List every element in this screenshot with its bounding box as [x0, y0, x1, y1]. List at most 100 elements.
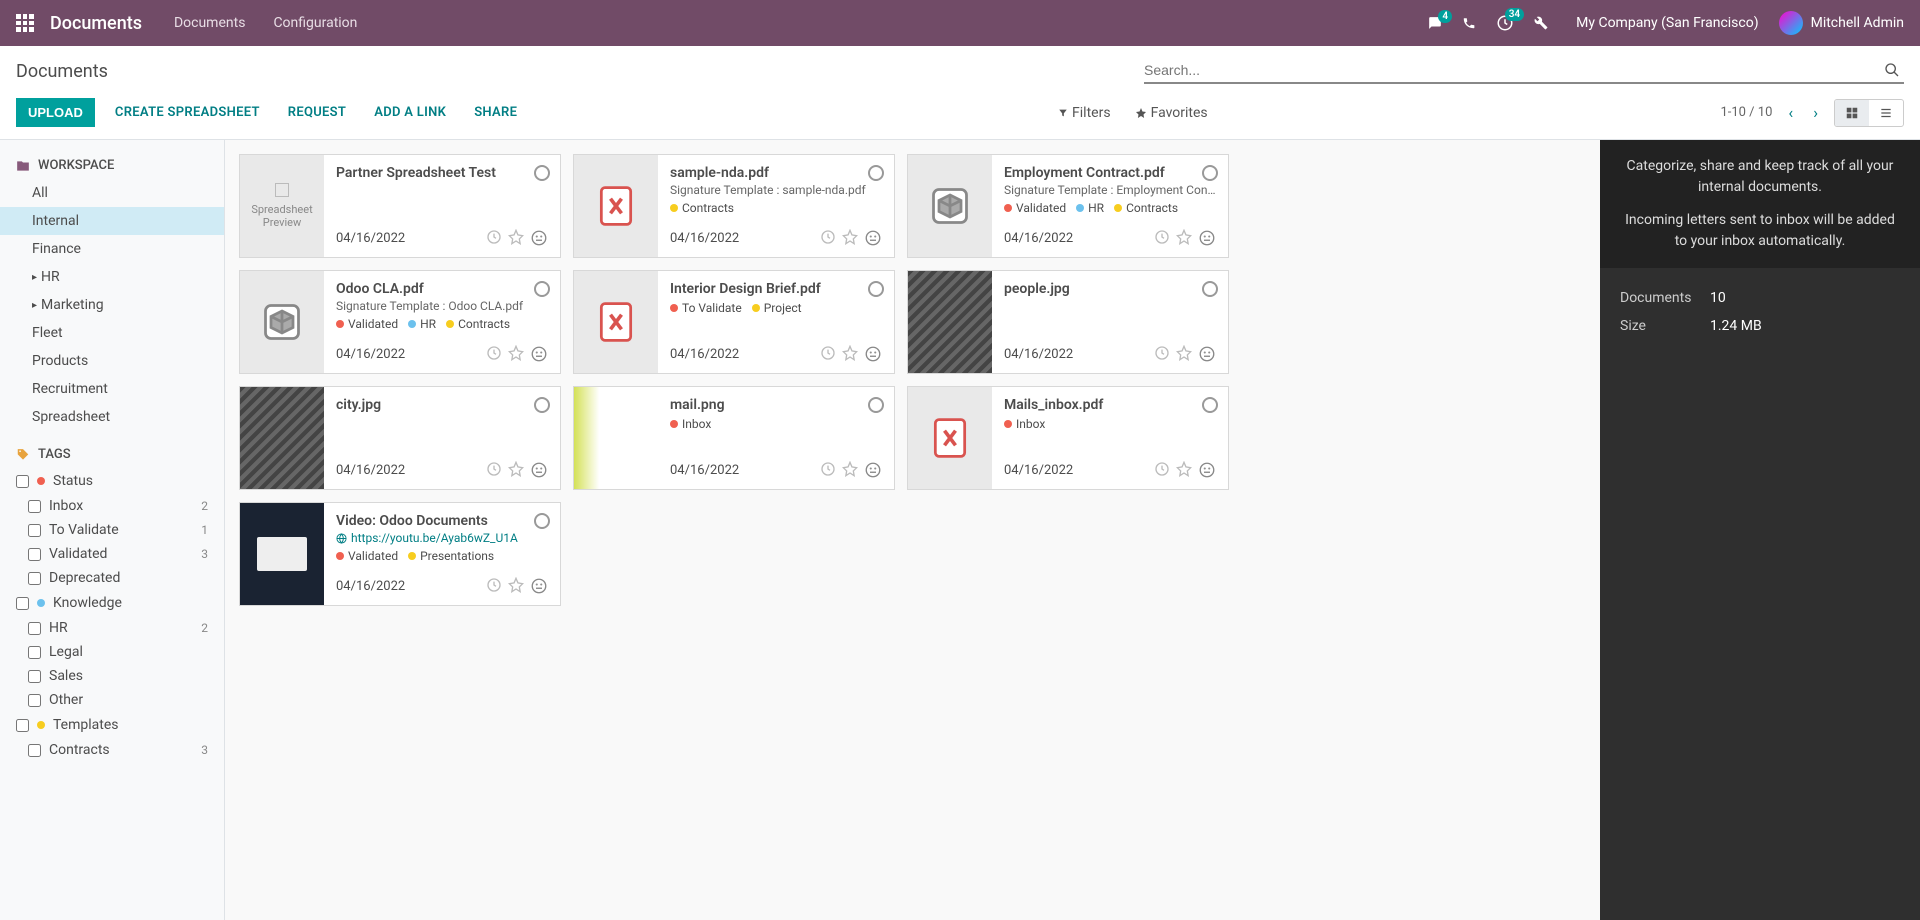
phone-icon[interactable] [1462, 16, 1476, 30]
document-card[interactable]: city.jpg04/16/2022 [239, 386, 561, 490]
messaging-icon[interactable]: 4 [1428, 16, 1442, 30]
search-icon[interactable] [1880, 58, 1904, 82]
clock-icon[interactable] [820, 461, 836, 477]
list-view-icon[interactable] [1869, 100, 1903, 126]
workspace-item[interactable]: Products [0, 347, 224, 375]
select-circle[interactable] [534, 281, 550, 297]
workspace-item[interactable]: Spreadsheet [0, 403, 224, 431]
tag-label: Sales [49, 668, 83, 684]
star-icon[interactable] [508, 461, 524, 477]
select-circle[interactable] [534, 513, 550, 529]
select-circle[interactable] [868, 165, 884, 181]
tag-checkbox[interactable] [28, 500, 41, 513]
star-icon[interactable] [1176, 461, 1192, 477]
tag-group-checkbox[interactable] [16, 475, 29, 488]
search-box[interactable] [1144, 58, 1904, 84]
tag-checkbox[interactable] [28, 670, 41, 683]
star-icon[interactable] [508, 229, 524, 245]
tag-checkbox[interactable] [28, 622, 41, 635]
create-spreadsheet-button[interactable]: CREATE SPREADSHEET [115, 105, 260, 120]
pager-prev-icon[interactable]: ‹ [1784, 99, 1797, 126]
pager-count[interactable]: 1-10 / 10 [1720, 105, 1772, 120]
favorites-dropdown[interactable]: Favorites [1135, 105, 1208, 121]
share-button[interactable]: SHARE [474, 105, 517, 120]
select-circle[interactable] [1202, 397, 1218, 413]
face-icon[interactable] [530, 577, 548, 595]
tag-checkbox[interactable] [28, 524, 41, 537]
debug-icon[interactable] [1534, 16, 1548, 30]
tag-checkbox[interactable] [28, 646, 41, 659]
face-icon[interactable] [1198, 461, 1216, 479]
face-icon[interactable] [530, 229, 548, 247]
breadcrumb-title[interactable]: Documents [16, 61, 108, 82]
clock-icon[interactable] [486, 461, 502, 477]
star-icon[interactable] [842, 345, 858, 361]
workspace-item[interactable]: Internal [0, 207, 224, 235]
select-circle[interactable] [1202, 165, 1218, 181]
tag-checkbox[interactable] [28, 548, 41, 561]
star-icon[interactable] [842, 229, 858, 245]
add-link-button[interactable]: ADD A LINK [374, 105, 446, 120]
workspace-item[interactable]: Finance [0, 235, 224, 263]
apps-icon[interactable] [16, 14, 34, 32]
search-input[interactable] [1144, 58, 1880, 82]
star-icon[interactable] [842, 461, 858, 477]
document-card[interactable]: Mails_inbox.pdfInbox04/16/2022 [907, 386, 1229, 490]
document-card[interactable]: Video: Odoo Documentshttps://youtu.be/Ay… [239, 502, 561, 606]
tag-checkbox[interactable] [28, 694, 41, 707]
select-circle[interactable] [868, 281, 884, 297]
clock-icon[interactable] [1154, 461, 1170, 477]
face-icon[interactable] [1198, 345, 1216, 363]
document-subtitle: Signature Template : sample-nda.pdf [670, 183, 882, 197]
face-icon[interactable] [864, 229, 882, 247]
kanban-view-icon[interactable] [1835, 100, 1869, 126]
workspace-item[interactable]: Recruitment [0, 375, 224, 403]
app-brand[interactable]: Documents [50, 13, 142, 34]
clock-icon[interactable] [820, 229, 836, 245]
user-menu[interactable]: Mitchell Admin [1779, 11, 1904, 35]
tag-group-checkbox[interactable] [16, 719, 29, 732]
document-card[interactable]: sample-nda.pdfSignature Template : sampl… [573, 154, 895, 258]
tag-checkbox[interactable] [28, 572, 41, 585]
workspace-item[interactable]: All [0, 179, 224, 207]
face-icon[interactable] [864, 461, 882, 479]
nav-configuration[interactable]: Configuration [273, 15, 357, 31]
workspace-item[interactable]: Fleet [0, 319, 224, 347]
company-selector[interactable]: My Company (San Francisco) [1576, 15, 1758, 31]
face-icon[interactable] [1198, 229, 1216, 247]
filters-dropdown[interactable]: Filters [1058, 105, 1111, 121]
select-circle[interactable] [1202, 281, 1218, 297]
document-card[interactable]: Employment Contract.pdfSignature Templat… [907, 154, 1229, 258]
clock-icon[interactable] [820, 345, 836, 361]
nav-documents[interactable]: Documents [174, 15, 245, 31]
tag-group-checkbox[interactable] [16, 597, 29, 610]
clock-icon[interactable] [486, 345, 502, 361]
select-circle[interactable] [534, 165, 550, 181]
document-card[interactable]: Spreadsheet PreviewPartner Spreadsheet T… [239, 154, 561, 258]
clock-icon[interactable] [1154, 229, 1170, 245]
workspace-item[interactable]: ▸Marketing [0, 291, 224, 319]
face-icon[interactable] [530, 461, 548, 479]
face-icon[interactable] [864, 345, 882, 363]
star-icon[interactable] [1176, 345, 1192, 361]
star-icon[interactable] [508, 345, 524, 361]
request-button[interactable]: REQUEST [288, 105, 346, 120]
clock-icon[interactable] [486, 577, 502, 593]
star-icon[interactable] [508, 577, 524, 593]
document-card[interactable]: Interior Design Brief.pdfTo ValidateProj… [573, 270, 895, 374]
select-circle[interactable] [534, 397, 550, 413]
tag-checkbox[interactable] [28, 744, 41, 757]
document-card[interactable]: Odoo CLA.pdfSignature Template : Odoo CL… [239, 270, 561, 374]
document-link[interactable]: https://youtu.be/Ayab6wZ_U1A [336, 531, 548, 545]
workspace-item[interactable]: ▸HR [0, 263, 224, 291]
clock-icon[interactable] [1154, 345, 1170, 361]
pager-next-icon[interactable]: › [1809, 99, 1822, 126]
document-card[interactable]: mail.pngInbox04/16/2022 [573, 386, 895, 490]
upload-button[interactable]: UPLOAD [16, 98, 95, 127]
star-icon[interactable] [1176, 229, 1192, 245]
document-card[interactable]: people.jpg04/16/2022 [907, 270, 1229, 374]
select-circle[interactable] [868, 397, 884, 413]
activities-icon[interactable]: 34 [1496, 14, 1514, 32]
clock-icon[interactable] [486, 229, 502, 245]
face-icon[interactable] [530, 345, 548, 363]
